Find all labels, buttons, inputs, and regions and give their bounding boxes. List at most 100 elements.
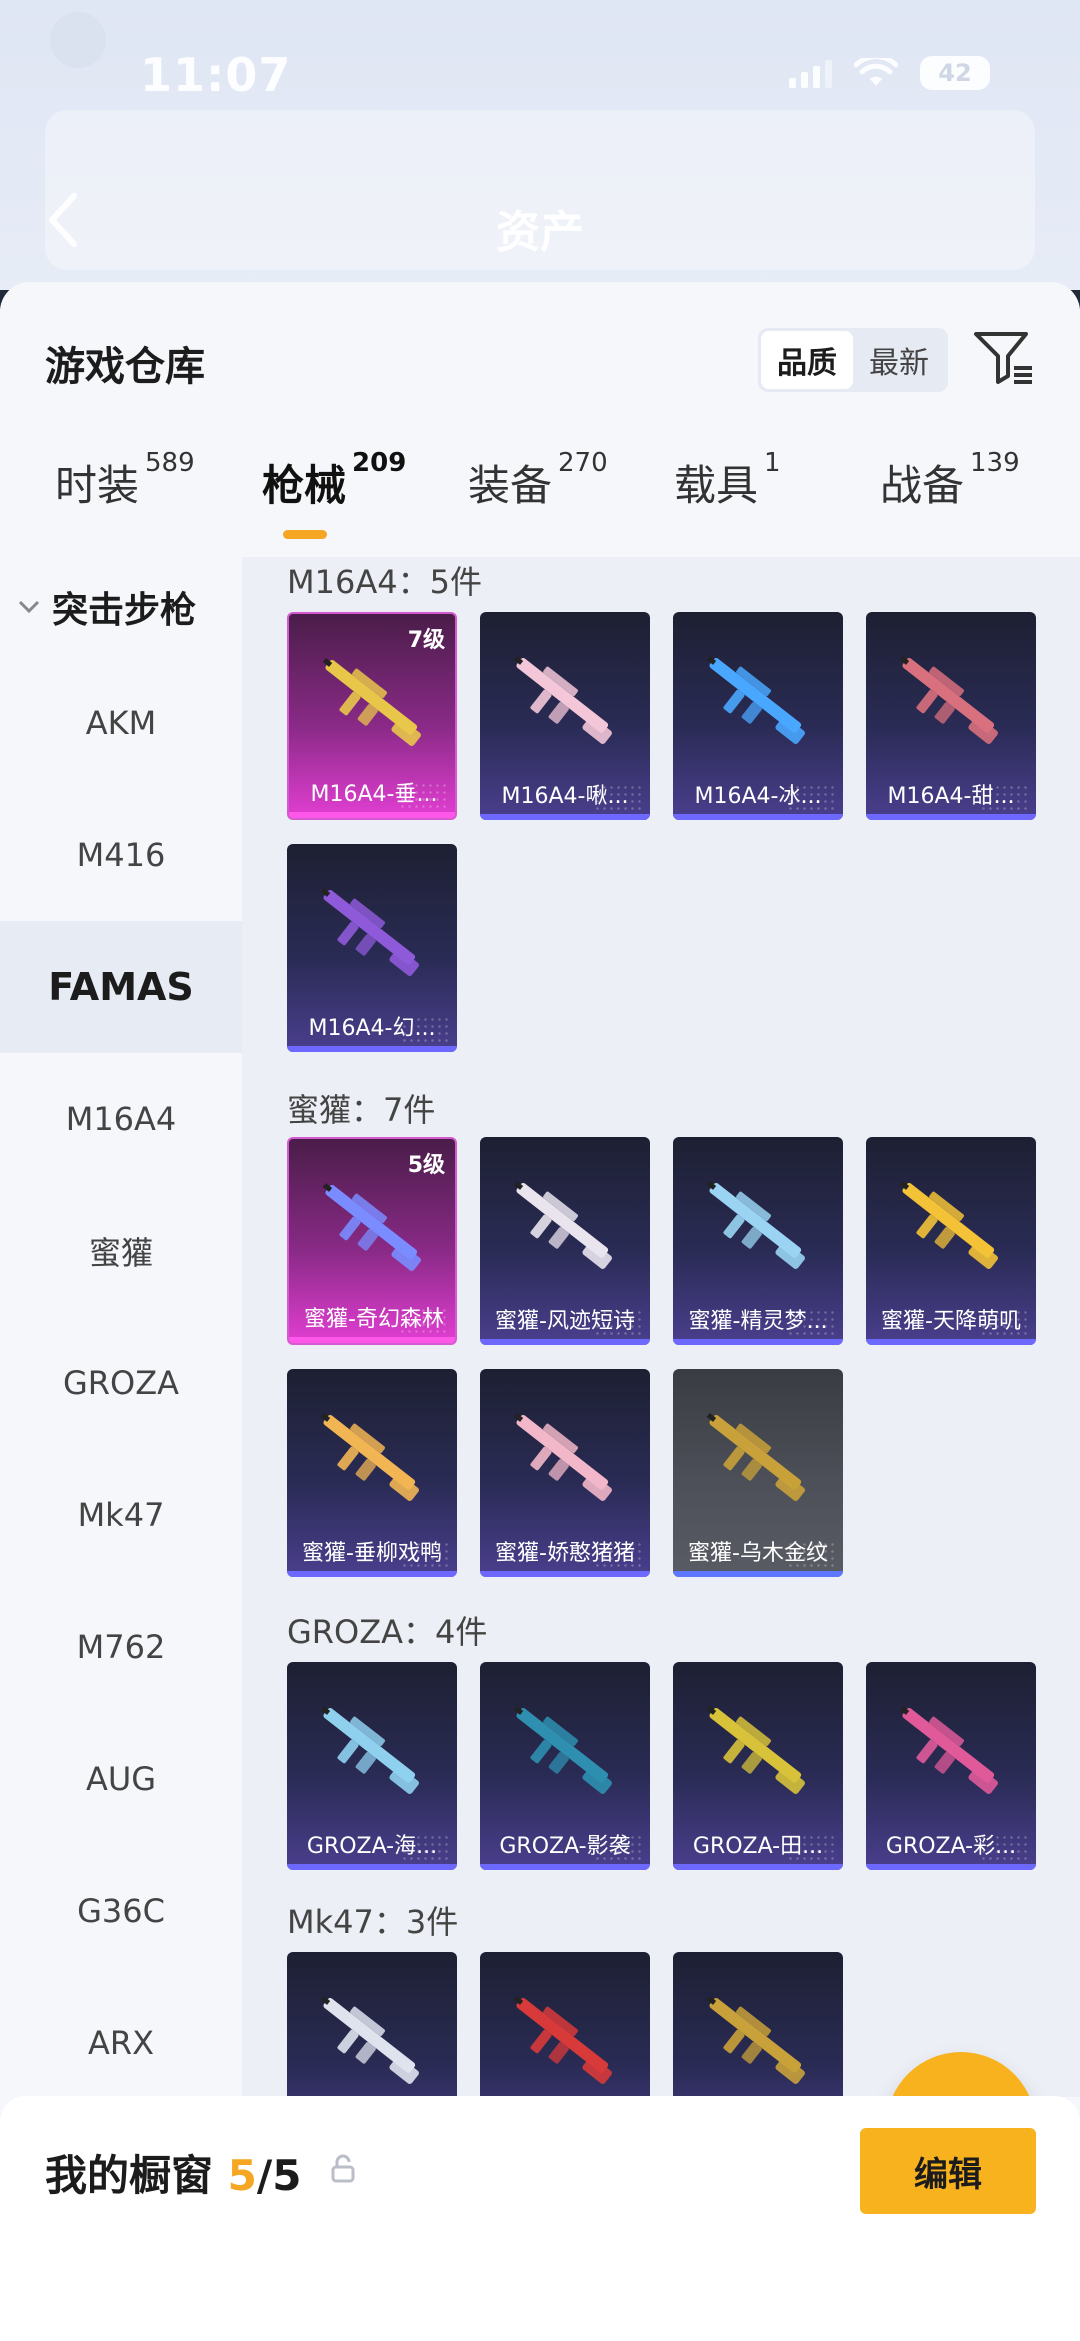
tab-count: 139 — [970, 448, 1020, 478]
sort-toggle: 品质 最新 — [758, 328, 948, 392]
card-pattern — [980, 784, 1030, 810]
weapon-card[interactable]: 7级 M16A4-垂... — [287, 612, 457, 820]
sidebar-item-akm[interactable]: AKM — [0, 657, 242, 789]
tab-fashion[interactable]: 时装 589 — [55, 448, 195, 513]
tab-vehicles[interactable]: 载具 1 — [674, 448, 781, 513]
card-pattern — [594, 784, 644, 810]
sort-option-quality[interactable]: 品质 — [761, 331, 853, 389]
page-title: 资产 — [496, 207, 584, 258]
sidebar-item-m762[interactable]: M762 — [0, 1581, 242, 1713]
sort-option-latest[interactable]: 最新 — [853, 331, 945, 389]
card-pattern — [787, 784, 837, 810]
weapon-card[interactable]: M16A4-甜... — [866, 612, 1036, 820]
section-title-m16a4: M16A4：5件 — [287, 563, 482, 601]
weapon-card[interactable] — [480, 1952, 650, 2097]
sidebar-item-arx[interactable]: ARX — [0, 1977, 242, 2109]
tab-firearms[interactable]: 枪械 209 — [262, 448, 406, 513]
rarity-bar — [287, 1046, 457, 1052]
rifle-icon — [706, 1706, 805, 1794]
rifle-icon — [320, 1413, 419, 1501]
tab-label: 载具 — [674, 461, 759, 510]
rifle-icon — [322, 1183, 421, 1271]
weapon-card[interactable]: 蜜獾-娇憨猪猪 — [480, 1369, 650, 1577]
tab-label: 时装 — [55, 461, 140, 510]
weapon-card[interactable]: GROZA-彩... — [866, 1662, 1036, 1870]
sidebar-group-label: 突击步枪 — [52, 590, 197, 631]
weapon-card[interactable]: GROZA-影袭 — [480, 1662, 650, 1870]
sidebar-item-famas[interactable]: FAMAS — [0, 921, 242, 1053]
edit-button[interactable]: 编辑 — [860, 2128, 1036, 2214]
weapon-card[interactable]: 蜜獾-天降萌叽 — [866, 1137, 1036, 1345]
card-pattern — [399, 782, 449, 808]
rarity-bar — [289, 812, 455, 818]
card-pattern — [594, 1834, 644, 1860]
card-pattern — [399, 1307, 449, 1333]
card-pattern — [787, 1309, 837, 1335]
status-time: 11:07 — [140, 48, 292, 102]
card-pattern — [401, 1016, 451, 1042]
rifle-icon — [899, 656, 998, 744]
rarity-bar — [287, 1571, 457, 1577]
rarity-bar — [866, 1339, 1036, 1345]
tab-equipment[interactable]: 装备 270 — [468, 448, 608, 513]
sidebar-item-g36c[interactable]: G36C — [0, 1845, 242, 1977]
rifle-icon — [513, 1996, 612, 2084]
sidebar-item-aug[interactable]: AUG — [0, 1713, 242, 1845]
rifle-icon — [706, 1996, 805, 2084]
weapon-grid: M16A4：5件 蜜獾：7件 GROZA：4件 Mk47：3件 7级 M16A4… — [242, 557, 1080, 2097]
rarity-bar — [866, 1864, 1036, 1870]
rarity-bar — [480, 1571, 650, 1577]
rifle-icon — [322, 658, 421, 746]
weapon-card[interactable] — [673, 1952, 843, 2097]
sidebar-item-mk47[interactable]: Mk47 — [0, 1449, 242, 1581]
blurred-avatar — [50, 12, 106, 68]
rifle-icon — [513, 656, 612, 744]
top-header-background: 11:07 42 资产 — [0, 0, 1080, 290]
sidebar-item-honey-badger[interactable]: 蜜獾 — [0, 1185, 242, 1317]
weapon-card[interactable]: GROZA-田... — [673, 1662, 843, 1870]
weapon-type-sidebar: 突击步枪 AKM M416 FAMAS M16A4 蜜獾 GROZA Mk47 … — [0, 557, 242, 2097]
showcase-current-count: 5 — [227, 2151, 257, 2200]
card-pattern — [980, 1834, 1030, 1860]
tab-supplies[interactable]: 战备 139 — [880, 448, 1020, 513]
rarity-bar — [673, 1864, 843, 1870]
weapon-card[interactable]: M16A4-幻... — [287, 844, 457, 1052]
filter-icon[interactable] — [972, 326, 1034, 388]
tab-label: 枪械 — [262, 461, 347, 510]
weapon-card[interactable]: 5级 蜜獾-奇幻森林 — [287, 1137, 457, 1345]
rarity-bar — [866, 814, 1036, 820]
sidebar-item-m416[interactable]: M416 — [0, 789, 242, 921]
section-title-mk47: Mk47：3件 — [287, 1903, 459, 1941]
rarity-bar — [673, 1571, 843, 1577]
wifi-icon — [854, 58, 898, 86]
section-title-groza: GROZA：4件 — [287, 1613, 488, 1651]
weapon-card[interactable]: GROZA-海... — [287, 1662, 457, 1870]
weapon-card[interactable] — [287, 1952, 457, 2097]
chevron-down-icon — [18, 600, 40, 614]
weapon-card[interactable]: 蜜獾-风迹短诗 — [480, 1137, 650, 1345]
rifle-icon — [513, 1706, 612, 1794]
rifle-icon — [706, 1181, 805, 1269]
weapon-card[interactable]: M16A4-啾... — [480, 612, 650, 820]
rifle-icon — [513, 1413, 612, 1501]
sidebar-item-groza[interactable]: GROZA — [0, 1317, 242, 1449]
rifle-icon — [706, 656, 805, 744]
weapon-card[interactable]: 蜜獾-精灵梦... — [673, 1137, 843, 1345]
rarity-bar — [673, 814, 843, 820]
weapon-card[interactable]: 蜜獾-垂柳戏鸭 — [287, 1369, 457, 1577]
showcase-title: 我的橱窗 5/5 — [45, 2142, 301, 2203]
sidebar-item-m16a4[interactable]: M16A4 — [0, 1053, 242, 1185]
weapon-card[interactable]: 蜜獾-乌木金纹 — [673, 1369, 843, 1577]
battery-icon: 42 — [920, 56, 990, 90]
sidebar-group-assault-rifles[interactable]: 突击步枪 — [0, 557, 242, 657]
weapon-card[interactable]: M16A4-冰... — [673, 612, 843, 820]
rifle-icon — [706, 1413, 805, 1501]
tab-count: 1 — [764, 448, 781, 478]
tab-label: 战备 — [880, 461, 965, 510]
showcase-total-count: /5 — [256, 2151, 302, 2200]
tab-count: 270 — [558, 448, 608, 478]
rifle-icon — [320, 888, 419, 976]
card-pattern — [594, 1541, 644, 1567]
rarity-bar — [480, 1339, 650, 1345]
rarity-bar — [480, 1864, 650, 1870]
